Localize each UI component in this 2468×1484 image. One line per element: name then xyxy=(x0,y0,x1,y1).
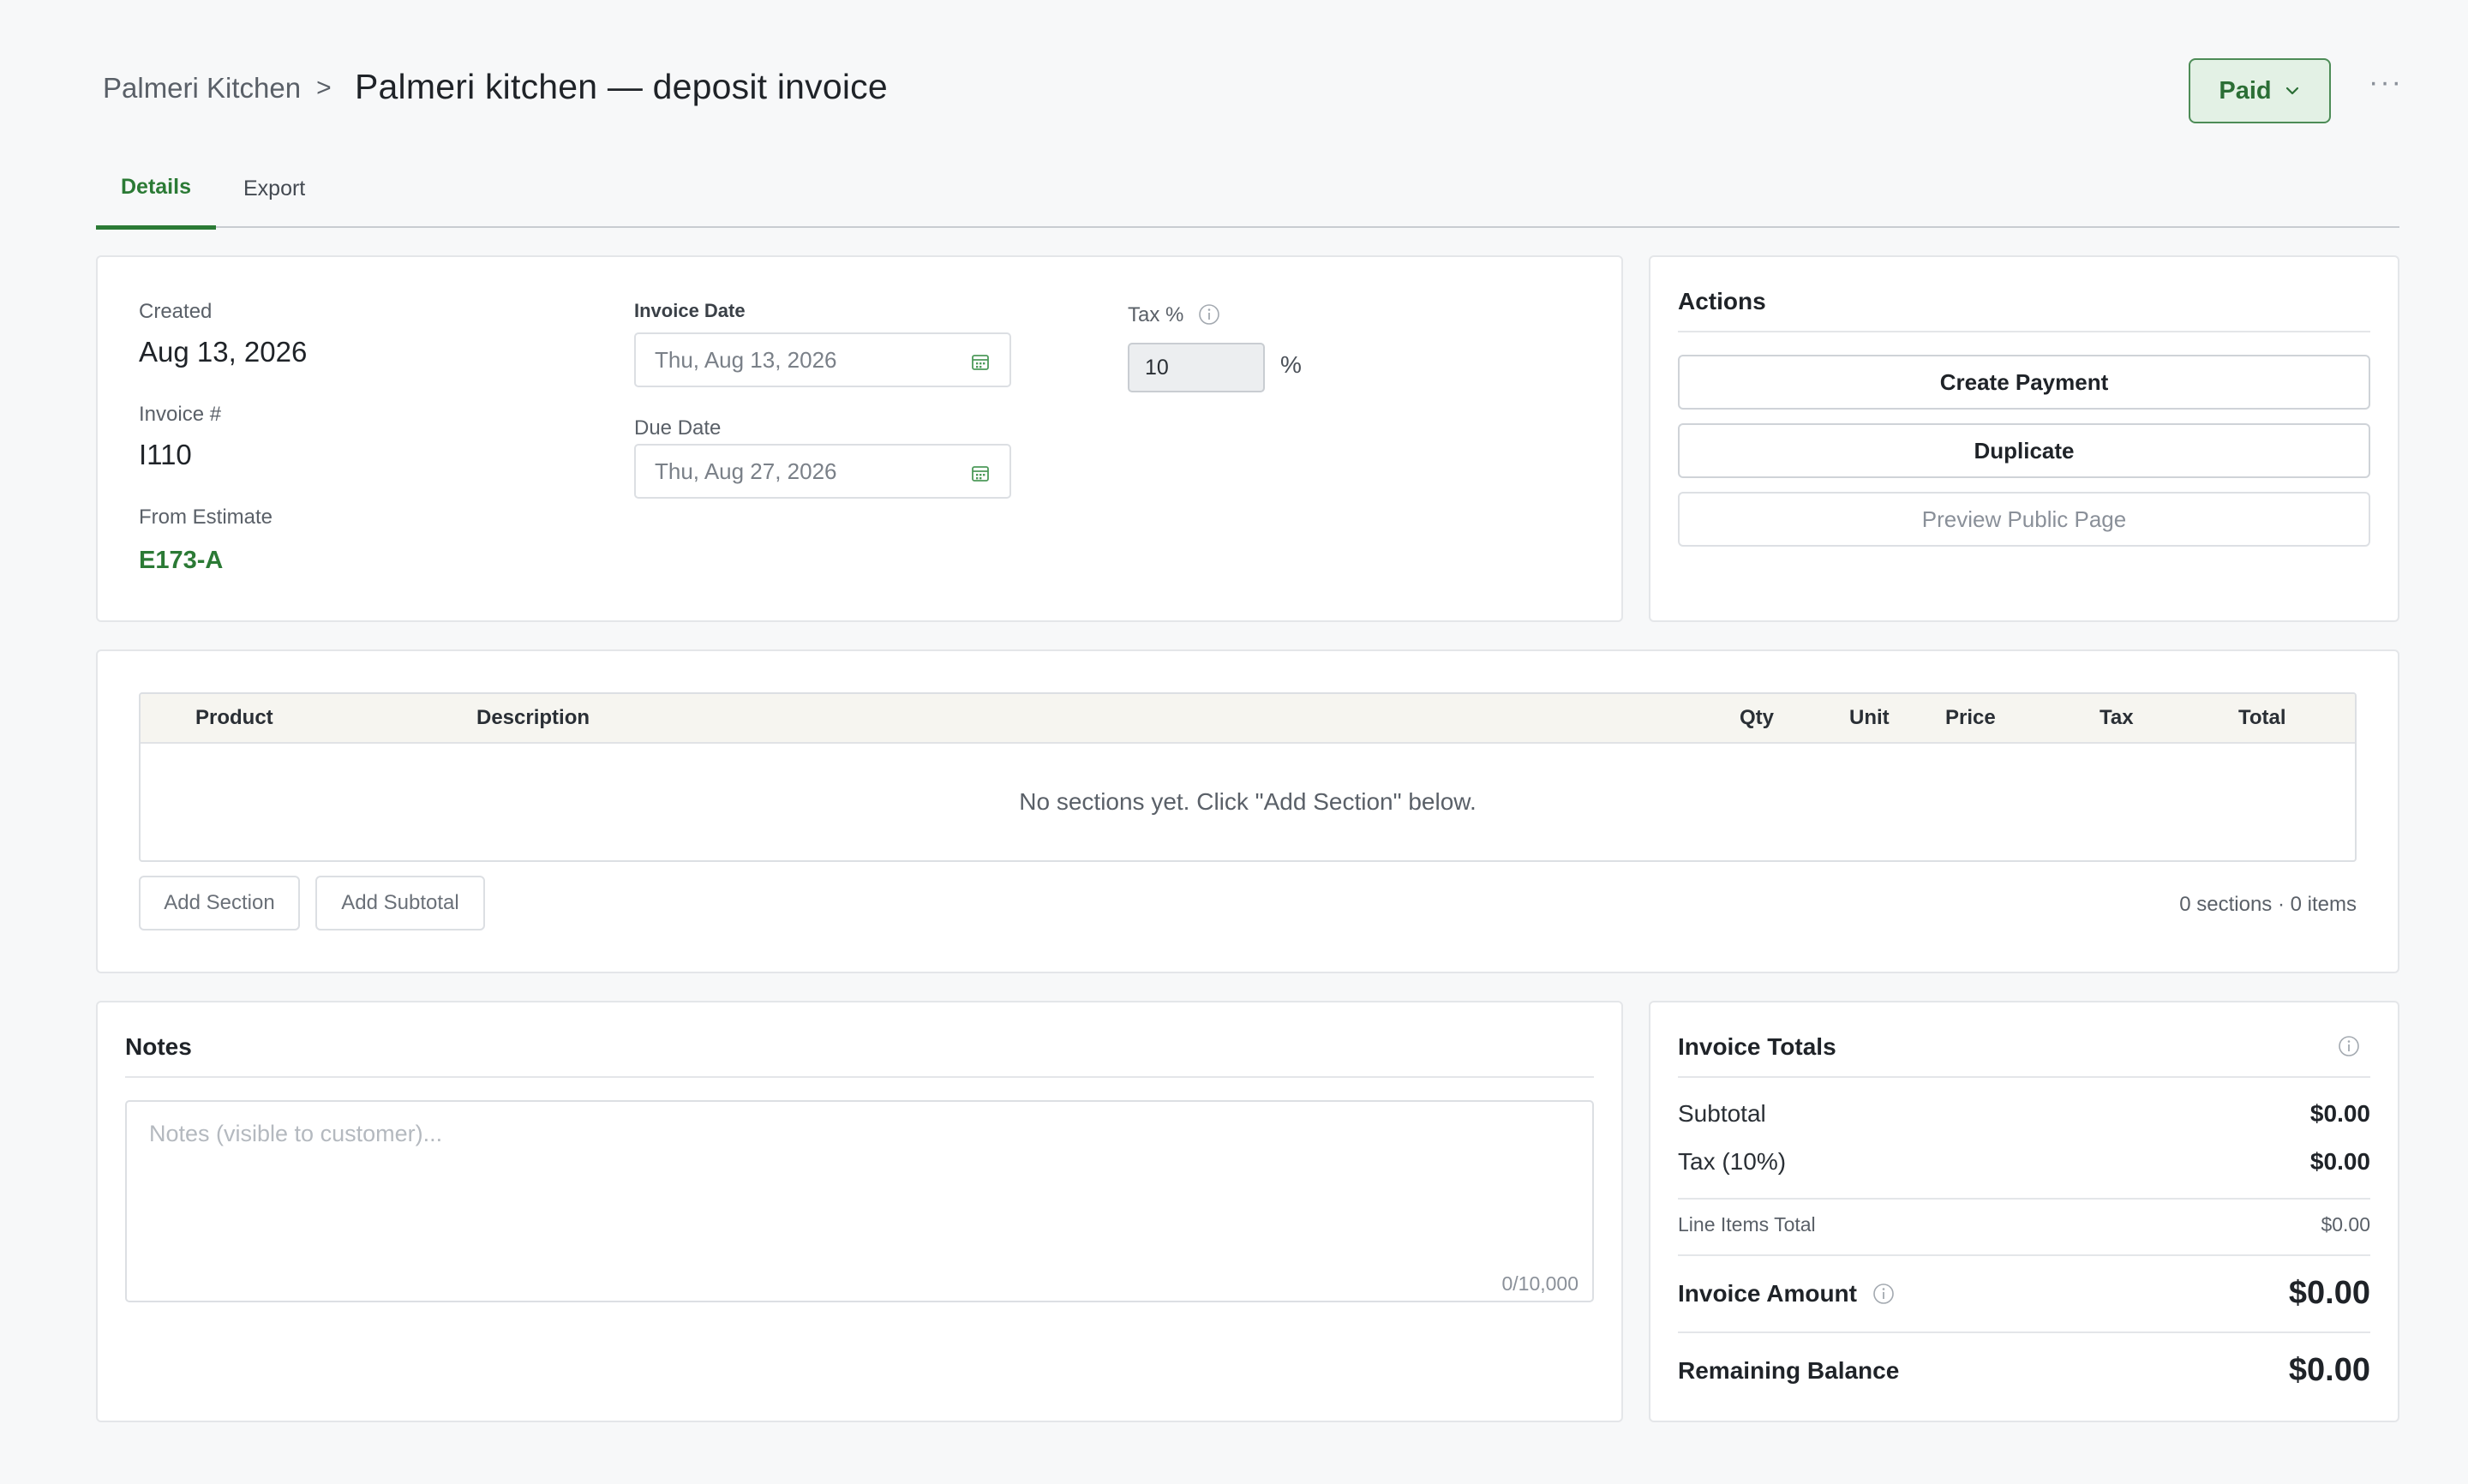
tab-bar: Details Export xyxy=(96,163,2399,230)
notes-placeholder: Notes (visible to customer)... xyxy=(149,1121,443,1146)
column-header-tax: Tax xyxy=(2100,706,2134,729)
column-header-price: Price xyxy=(1945,706,1996,729)
divider xyxy=(1678,1076,2370,1078)
tax-percent-value: 10 xyxy=(1145,355,1169,380)
line-items-table: Product Description Qty Unit Price Tax T… xyxy=(139,692,2357,862)
column-header-product: Product xyxy=(195,706,273,729)
divider xyxy=(1678,331,2370,332)
invoice-number-label: Invoice # xyxy=(139,403,222,426)
actions-title: Actions xyxy=(1678,288,1766,314)
column-header-total: Total xyxy=(2238,706,2286,729)
created-value: Aug 13, 2026 xyxy=(139,336,308,368)
remaining-balance-value: $0.00 xyxy=(2288,1352,2370,1388)
calendar-icon xyxy=(972,466,989,482)
page-header: Palmeri Kitchen > Palmeri kitchen — depo… xyxy=(96,31,2401,123)
invoice-amount-value: $0.00 xyxy=(2288,1275,2370,1311)
status-dropdown-button[interactable]: Paid xyxy=(2189,58,2331,123)
invoice-amount-label: Invoice Amount xyxy=(1678,1279,1857,1307)
breadcrumb-parent-link[interactable]: Palmeri Kitchen xyxy=(103,72,301,105)
line-items-card: Product Description Qty Unit Price Tax T… xyxy=(96,649,2399,973)
chevron-down-icon xyxy=(2285,87,2298,95)
calendar-icon xyxy=(972,355,989,370)
subtotal-value: $0.00 xyxy=(2309,1100,2370,1127)
sections-items-count: 0 sections · 0 items xyxy=(2179,893,2357,916)
invoice-totals-title: Invoice Totals xyxy=(1678,1033,1836,1060)
column-header-description: Description xyxy=(476,706,590,729)
breadcrumb-separator: > xyxy=(316,74,332,102)
tax-row: Tax (10%) $0.00 xyxy=(1678,1148,2370,1176)
invoice-totals-card: Invoice Totals Subtotal $0.00 Tax (10%) … xyxy=(1649,1001,2399,1422)
tax-percent-input[interactable]: 10 xyxy=(1128,343,1265,392)
invoice-amount-row: Invoice Amount $0.00 xyxy=(1678,1275,2370,1312)
invoice-amount-label-group: Invoice Amount xyxy=(1678,1280,1895,1307)
estimate-link[interactable]: E173-A xyxy=(139,547,223,575)
line-items-total-label: Line Items Total xyxy=(1678,1213,1816,1236)
line-items-total-value: $0.00 xyxy=(2321,1213,2370,1236)
invoice-page: Palmeri Kitchen > Palmeri kitchen — depo… xyxy=(0,0,2468,1484)
remaining-balance-label: Remaining Balance xyxy=(1678,1356,1900,1384)
subtotal-row: Subtotal $0.00 xyxy=(1678,1100,2370,1128)
breadcrumb: Palmeri Kitchen > xyxy=(103,72,332,105)
info-icon[interactable] xyxy=(2338,1035,2360,1057)
actions-card: Actions Create Payment Duplicate Preview… xyxy=(1649,255,2399,622)
tax-percent-unit: % xyxy=(1280,351,1302,378)
from-estimate-label: From Estimate xyxy=(139,506,273,529)
tab-details[interactable]: Details xyxy=(96,175,216,230)
remaining-balance-row: Remaining Balance $0.00 xyxy=(1678,1352,2370,1389)
tax-percent-label: Tax % xyxy=(1128,303,1184,326)
notes-textarea[interactable]: Notes (visible to customer)... 0/10,000 xyxy=(125,1100,1594,1302)
duplicate-button[interactable]: Duplicate xyxy=(1678,423,2370,478)
divider xyxy=(1678,1331,2370,1333)
subtotal-label: Subtotal xyxy=(1678,1100,1766,1127)
notes-card: Notes Notes (visible to customer)... 0/1… xyxy=(96,1001,1623,1422)
divider xyxy=(1678,1254,2370,1256)
invoice-date-input[interactable]: Thu, Aug 13, 2026 xyxy=(634,332,1011,387)
notes-character-counter: 0/10,000 xyxy=(1501,1272,1578,1295)
column-header-unit: Unit xyxy=(1849,706,1890,729)
invoice-date-value: Thu, Aug 13, 2026 xyxy=(655,346,837,373)
status-label: Paid xyxy=(2219,76,2272,105)
due-date-input[interactable]: Thu, Aug 27, 2026 xyxy=(634,444,1011,499)
empty-state-message: No sections yet. Click "Add Section" bel… xyxy=(1019,788,1477,815)
divider xyxy=(1678,1198,2370,1200)
due-date-label: Due Date xyxy=(634,416,722,440)
more-options-button[interactable]: ··· xyxy=(2365,65,2406,99)
tax-value: $0.00 xyxy=(2309,1148,2370,1175)
info-icon[interactable] xyxy=(1872,1283,1895,1305)
table-header: Product Description Qty Unit Price Tax T… xyxy=(141,694,2355,744)
page-title: Palmeri kitchen — deposit invoice xyxy=(355,67,888,106)
create-payment-button[interactable]: Create Payment xyxy=(1678,355,2370,410)
info-icon[interactable] xyxy=(1198,303,1220,326)
preview-public-page-button[interactable]: Preview Public Page xyxy=(1678,492,2370,547)
add-subtotal-button[interactable]: Add Subtotal xyxy=(315,876,485,930)
notes-title: Notes xyxy=(125,1033,192,1060)
ellipsis-icon: ··· xyxy=(2369,65,2403,99)
created-label: Created xyxy=(139,300,213,323)
column-header-qty: Qty xyxy=(1740,706,1775,729)
due-date-value: Thu, Aug 27, 2026 xyxy=(655,458,837,484)
add-section-button[interactable]: Add Section xyxy=(139,876,300,930)
tax-label: Tax (10%) xyxy=(1678,1148,1787,1175)
divider xyxy=(125,1076,1594,1078)
line-items-total-row: Line Items Total $0.00 xyxy=(1678,1213,2370,1236)
invoice-date-label: Invoice Date xyxy=(634,300,746,321)
invoice-number-value: I110 xyxy=(139,439,192,470)
tab-export[interactable]: Export xyxy=(243,177,305,228)
invoice-details-card: Created Aug 13, 2026 Invoice # I110 From… xyxy=(96,255,1623,622)
